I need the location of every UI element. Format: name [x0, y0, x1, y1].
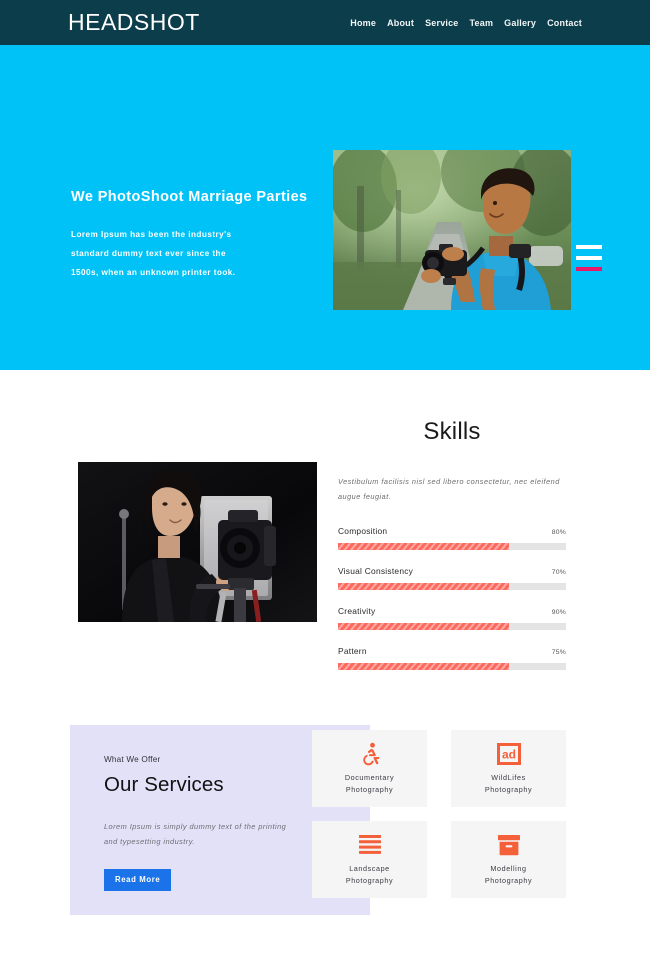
hero-paragraph: Lorem Ipsum has been the industry's stan…: [71, 225, 321, 283]
skill-progress-track: [338, 542, 566, 550]
skill-item-visual-consistency: Visual Consistency 70%: [338, 566, 566, 590]
skill-percent: 80%: [551, 528, 566, 536]
service-card-label: Landscape Photography: [346, 863, 393, 887]
site-brand-logo[interactable]: HEADSHOT: [68, 11, 200, 34]
archive-box-icon: [497, 832, 521, 858]
services-description: Lorem Ipsum is simply dummy text of the …: [104, 819, 309, 849]
skills-intro-text: Vestibulum facilisis nisl sed libero con…: [338, 474, 566, 505]
nav-item-about[interactable]: About: [387, 18, 414, 28]
service-card-label-line-1: Documentary: [344, 773, 395, 783]
services-section: What We Offer Our Services Lorem Ipsum i…: [0, 715, 650, 959]
hero-bar-white-2: [576, 256, 602, 260]
ad-box-icon: ad: [496, 741, 521, 767]
nav-item-team[interactable]: Team: [470, 18, 494, 28]
site-header: HEADSHOT Home About Service Team Gallery…: [0, 0, 650, 45]
service-card-label-line-1: Modelling: [490, 864, 527, 874]
skill-item-pattern: Pattern 75%: [338, 646, 566, 670]
hero-copy: We PhotoShoot Marriage Parties Lorem Ips…: [71, 188, 321, 283]
skill-progress-fill: [338, 582, 509, 590]
wheelchair-accessible-icon: [358, 741, 382, 767]
align-justify-icon: [358, 832, 382, 858]
skill-progress-fill: [338, 622, 509, 630]
skill-percent: 90%: [551, 608, 566, 616]
service-card-modelling[interactable]: Modelling Photography: [451, 821, 566, 898]
svg-text:ad: ad: [501, 748, 515, 762]
service-card-documentary[interactable]: Documentary Photography: [312, 730, 427, 807]
skill-label: Creativity: [338, 605, 376, 616]
hero-paragraph-line-3: 1500s, when an unknown printer took.: [71, 268, 236, 278]
skills-section: Skills Vestibulum facilisis nisl sed lib…: [0, 370, 650, 715]
skill-label: Composition: [338, 525, 388, 536]
service-card-label-line-1: Landscape: [349, 864, 390, 874]
services-description-line-1: Lorem Ipsum is simply dummy text of the …: [104, 822, 287, 831]
nav-item-contact[interactable]: Contact: [547, 18, 582, 28]
service-card-wildlifes[interactable]: ad WildLifes Photography: [451, 730, 566, 807]
skill-progress-track: [338, 622, 566, 630]
services-description-line-2: and typesetting industry.: [104, 837, 195, 847]
hero-decoration-bars: [576, 245, 602, 271]
services-card-grid: Documentary Photography ad WildLifes Pho…: [312, 730, 580, 898]
hero-paragraph-line-2: standard dummy text ever since the: [71, 249, 226, 259]
skill-header: Composition 80%: [338, 526, 566, 536]
hero-bar-accent: [576, 267, 602, 271]
skill-percent: 75%: [551, 648, 566, 656]
service-card-label-line-2: Photography: [345, 876, 394, 885]
skill-header: Creativity 90%: [338, 606, 566, 616]
service-card-label-line-2: Photography: [484, 785, 533, 794]
hero-paragraph-line-1: Lorem Ipsum has been the industry's: [71, 229, 232, 239]
read-more-button[interactable]: Read More: [104, 869, 172, 892]
hero-title: We PhotoShoot Marriage Parties: [71, 189, 308, 205]
skills-heading: Skills: [423, 418, 481, 445]
service-card-label-line-2: Photography: [484, 876, 533, 885]
skill-percent: 70%: [551, 568, 566, 576]
skill-label: Pattern: [338, 645, 367, 656]
hero-bar-white-1: [576, 245, 602, 249]
skill-item-composition: Composition 80%: [338, 526, 566, 550]
skill-header: Pattern 75%: [338, 646, 566, 656]
skills-photographer-image: [78, 462, 317, 622]
nav-item-gallery[interactable]: Gallery: [504, 18, 536, 28]
service-card-label: WildLifes Photography: [485, 772, 532, 796]
skill-header: Visual Consistency 70%: [338, 566, 566, 576]
skills-intro-line-1: Vestibulum facilisis nisl sed libero con…: [338, 477, 560, 486]
services-eyebrow: What We Offer: [104, 755, 161, 764]
service-card-label: Modelling Photography: [485, 863, 532, 887]
service-card-label-line-2: Photography: [345, 785, 394, 794]
skill-label: Visual Consistency: [338, 565, 414, 576]
skills-intro-line-2: augue feugiat.: [338, 492, 392, 502]
skill-progress-fill: [338, 542, 509, 550]
services-title: Our Services: [104, 773, 224, 796]
service-card-label-line-1: WildLifes: [491, 773, 526, 783]
hero-photographer-image: [333, 150, 571, 310]
skills-content: Skills Vestibulum facilisis nisl sed lib…: [338, 418, 566, 686]
hero-section: We PhotoShoot Marriage Parties Lorem Ips…: [0, 45, 650, 370]
skill-progress-fill: [338, 662, 509, 670]
skill-progress-track: [338, 582, 566, 590]
skill-item-creativity: Creativity 90%: [338, 606, 566, 630]
services-info-content: What We Offer Our Services Lorem Ipsum i…: [70, 725, 310, 892]
landing-page: HEADSHOT Home About Service Team Gallery…: [0, 0, 650, 959]
main-navigation: Home About Service Team Gallery Contact: [350, 18, 582, 28]
nav-item-home[interactable]: Home: [350, 18, 376, 28]
skill-progress-track: [338, 662, 566, 670]
service-card-landscape[interactable]: Landscape Photography: [312, 821, 427, 898]
nav-item-service[interactable]: Service: [425, 18, 458, 28]
service-card-label: Documentary Photography: [345, 772, 394, 796]
